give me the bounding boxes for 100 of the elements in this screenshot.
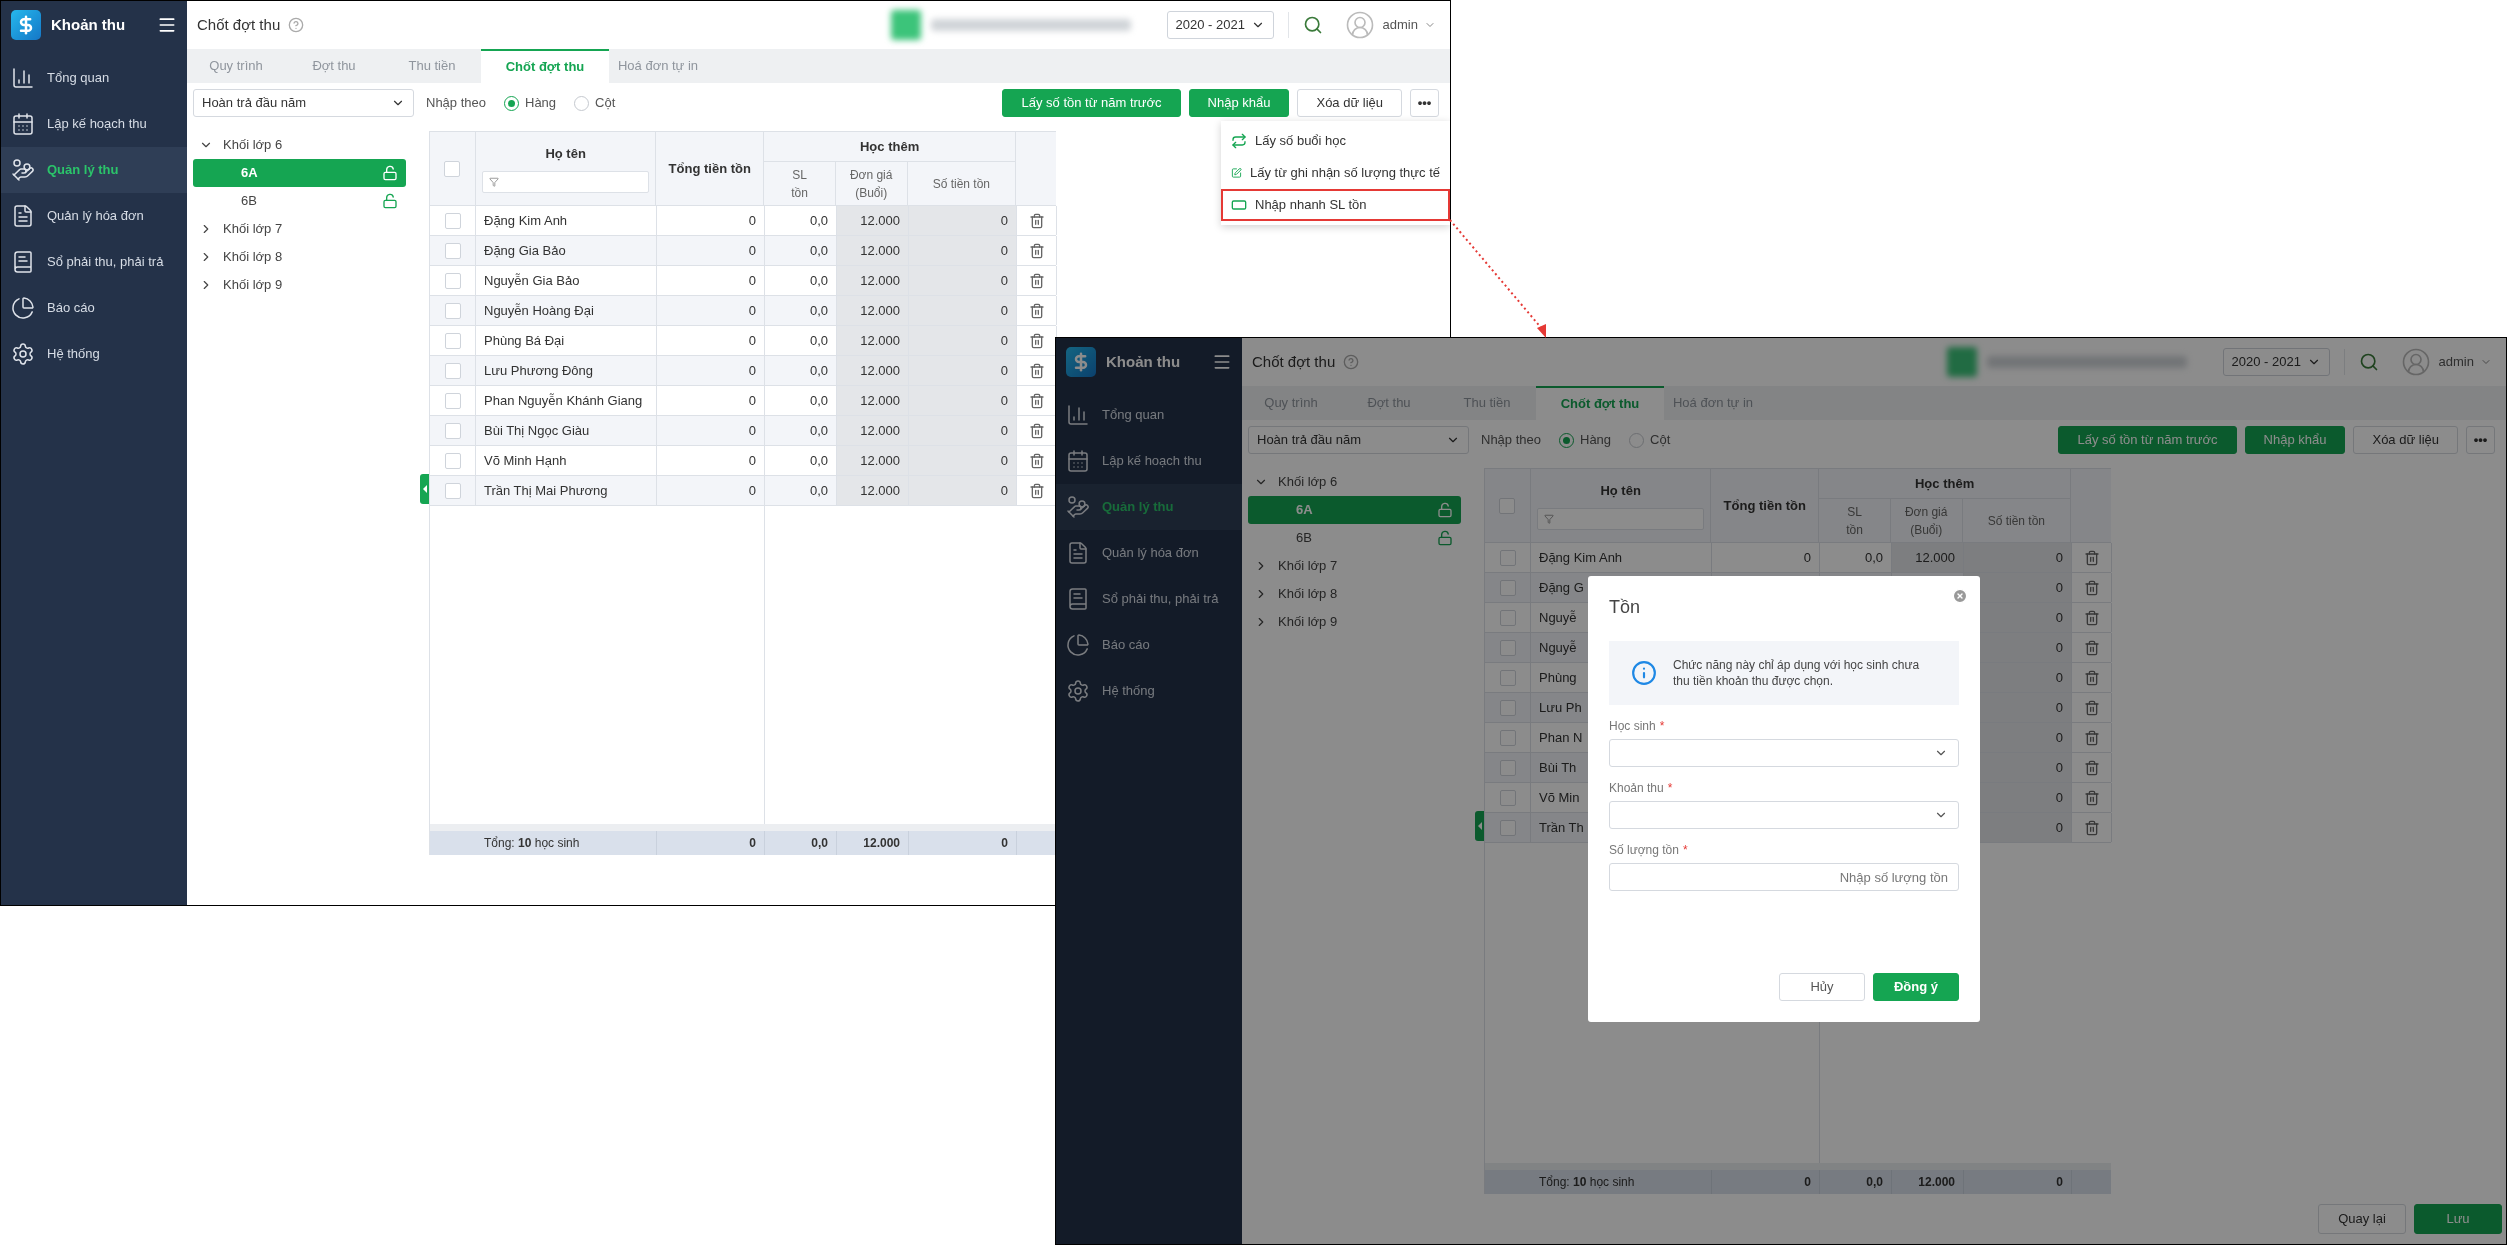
payment-select[interactable]: Hoàn trả đầu năm bbox=[1248, 426, 1469, 454]
tab[interactable]: Chốt đợt thu bbox=[481, 49, 609, 83]
menu-icon[interactable] bbox=[1212, 352, 1232, 372]
row-checkbox[interactable] bbox=[444, 212, 461, 229]
row-checkbox[interactable] bbox=[1499, 639, 1516, 656]
save-button[interactable]: Lưu bbox=[2414, 1204, 2502, 1234]
row-checkbox[interactable] bbox=[1499, 759, 1516, 776]
tab[interactable]: Hoá đơn tự in bbox=[609, 49, 707, 83]
year-select[interactable]: 2020 - 2021 bbox=[2222, 348, 2330, 376]
avatar-icon[interactable] bbox=[1344, 10, 1375, 40]
user-name[interactable]: admin bbox=[2438, 352, 2474, 372]
nav-item[interactable]: Tổng quan bbox=[1056, 392, 1242, 438]
select-field[interactable] bbox=[1609, 739, 1959, 767]
action-button[interactable]: Nhập khẩu bbox=[1188, 89, 1290, 117]
confirm-button[interactable]: Đồng ý bbox=[1873, 973, 1959, 1001]
row-checkbox[interactable] bbox=[1499, 609, 1516, 626]
trash-icon[interactable] bbox=[2083, 579, 2100, 596]
input-field[interactable]: Nhập số lượng tồn bbox=[1609, 863, 1959, 891]
row-checkbox[interactable] bbox=[444, 422, 461, 439]
trash-icon[interactable] bbox=[1028, 302, 1045, 319]
action-button[interactable]: Lấy số tồn từ năm trước bbox=[2058, 426, 2237, 454]
tree-item[interactable]: 6A bbox=[1248, 496, 1461, 524]
trash-icon[interactable] bbox=[2083, 699, 2100, 716]
row-checkbox[interactable] bbox=[444, 242, 461, 259]
row-checkbox[interactable] bbox=[444, 332, 461, 349]
nav-item[interactable]: Tổng quan bbox=[1, 55, 187, 101]
row-checkbox[interactable] bbox=[444, 362, 461, 379]
row-checkbox[interactable] bbox=[1499, 699, 1516, 716]
nav-item[interactable]: Sổ phải thu, phải trả bbox=[1056, 576, 1242, 622]
nav-item[interactable]: Hệ thống bbox=[1, 331, 187, 377]
lock-icon[interactable] bbox=[1437, 502, 1453, 518]
more-button[interactable]: ••• bbox=[2466, 426, 2495, 454]
action-button[interactable]: Nhập khẩu bbox=[2244, 426, 2346, 454]
row-checkbox[interactable] bbox=[444, 272, 461, 289]
filter-field[interactable] bbox=[481, 171, 650, 194]
tab[interactable]: Đợt thu bbox=[285, 49, 383, 83]
nav-item[interactable]: Lập kế hoạch thu bbox=[1056, 438, 1242, 484]
trash-icon[interactable] bbox=[2083, 609, 2100, 626]
lock-icon[interactable] bbox=[382, 165, 398, 181]
trash-icon[interactable] bbox=[2083, 549, 2100, 566]
nav-item[interactable]: Báo cáo bbox=[1, 285, 187, 331]
menu-item[interactable]: Lấy số buổi học bbox=[1221, 125, 1450, 157]
cancel-button[interactable]: Hủy bbox=[1779, 973, 1865, 1001]
filter-field[interactable] bbox=[1536, 508, 1705, 531]
tree-item[interactable]: 6A bbox=[193, 159, 406, 187]
row-checkbox[interactable] bbox=[444, 452, 461, 469]
search-icon[interactable] bbox=[2358, 352, 2379, 372]
lock-icon[interactable] bbox=[382, 193, 398, 209]
trash-icon[interactable] bbox=[2083, 639, 2100, 656]
help-icon[interactable] bbox=[288, 17, 305, 33]
action-button[interactable]: Lấy số tồn từ năm trước bbox=[1002, 89, 1181, 117]
trash-icon[interactable] bbox=[2083, 819, 2100, 836]
radio-option[interactable]: Hàng bbox=[1559, 430, 1612, 450]
tree-group[interactable]: Khối lớp 7 bbox=[193, 215, 406, 243]
select-field[interactable] bbox=[1609, 801, 1959, 829]
tab[interactable]: Thu tiền bbox=[383, 49, 481, 83]
help-icon[interactable] bbox=[1343, 354, 1360, 370]
avatar-icon[interactable] bbox=[2400, 347, 2431, 377]
horizontal-scrollbar[interactable] bbox=[430, 824, 1056, 831]
user-name[interactable]: admin bbox=[1382, 15, 1418, 35]
row-checkbox[interactable] bbox=[444, 482, 461, 499]
nav-item[interactable]: Báo cáo bbox=[1056, 622, 1242, 668]
close-icon[interactable] bbox=[1952, 588, 1968, 604]
tree-group[interactable]: Khối lớp 9 bbox=[1248, 608, 1461, 636]
lock-icon[interactable] bbox=[1437, 530, 1453, 546]
nav-item[interactable]: Hệ thống bbox=[1056, 668, 1242, 714]
row-checkbox[interactable] bbox=[1499, 789, 1516, 806]
tree-item[interactable]: 6B bbox=[1248, 524, 1461, 552]
nav-item[interactable]: Sổ phải thu, phải trả bbox=[1, 239, 187, 285]
trash-icon[interactable] bbox=[2083, 789, 2100, 806]
trash-icon[interactable] bbox=[1028, 242, 1045, 259]
radio-option[interactable]: Cột bbox=[574, 93, 616, 113]
nav-item[interactable]: Lập kế hoạch thu bbox=[1, 101, 187, 147]
payment-select[interactable]: Hoàn trả đầu năm bbox=[193, 89, 414, 117]
tree-group[interactable]: Khối lớp 8 bbox=[1248, 580, 1461, 608]
row-checkbox[interactable] bbox=[444, 302, 461, 319]
row-checkbox[interactable] bbox=[1499, 669, 1516, 686]
trash-icon[interactable] bbox=[2083, 669, 2100, 686]
tree-group[interactable]: Khối lớp 9 bbox=[193, 271, 406, 299]
tree-group[interactable]: Khối lớp 6 bbox=[193, 131, 406, 159]
action-button[interactable]: Xóa dữ liệu bbox=[2353, 426, 2458, 454]
trash-icon[interactable] bbox=[2083, 759, 2100, 776]
row-checkbox[interactable] bbox=[1499, 549, 1516, 566]
trash-icon[interactable] bbox=[1028, 212, 1045, 229]
nav-item[interactable]: Quản lý thu bbox=[1, 147, 187, 193]
tab[interactable]: Quy trình bbox=[187, 49, 285, 83]
radio-option[interactable]: Cột bbox=[1629, 430, 1671, 450]
trash-icon[interactable] bbox=[2083, 729, 2100, 746]
nav-item[interactable]: Quản lý thu bbox=[1056, 484, 1242, 530]
row-checkbox[interactable] bbox=[1499, 579, 1516, 596]
tree-group[interactable]: Khối lớp 6 bbox=[1248, 468, 1461, 496]
trash-icon[interactable] bbox=[1028, 392, 1045, 409]
collapse-handle[interactable] bbox=[1475, 811, 1484, 841]
nav-item[interactable]: Quản lý hóa đơn bbox=[1056, 530, 1242, 576]
collapse-handle[interactable] bbox=[420, 474, 429, 504]
trash-icon[interactable] bbox=[1028, 362, 1045, 379]
back-button[interactable]: Quay lại bbox=[2318, 1204, 2406, 1234]
tree-group[interactable]: Khối lớp 7 bbox=[1248, 552, 1461, 580]
select-all-checkbox[interactable] bbox=[444, 160, 461, 177]
menu-item[interactable]: Nhập nhanh SL tồn bbox=[1221, 189, 1450, 221]
